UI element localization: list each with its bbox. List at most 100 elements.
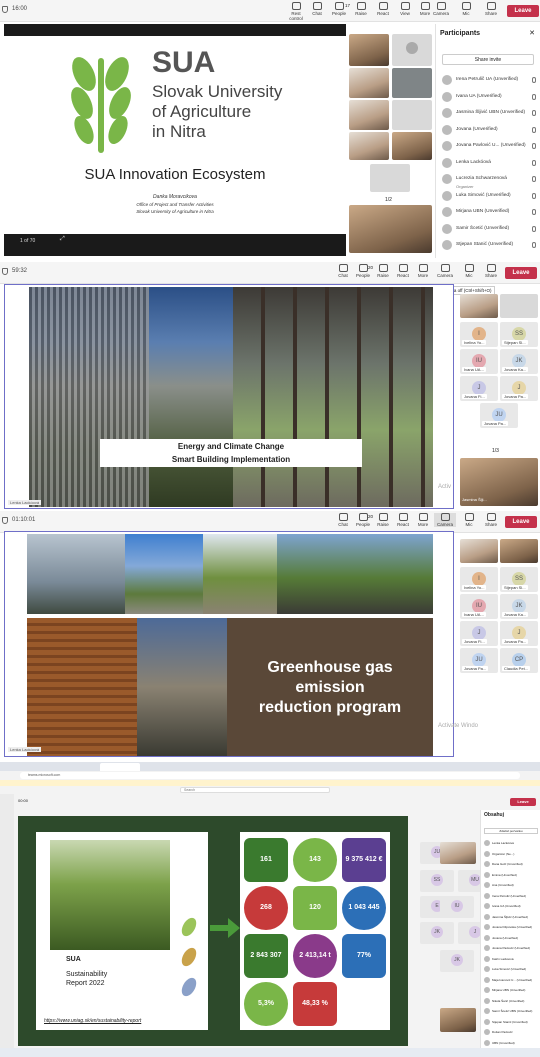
video-tile-participant[interactable] xyxy=(349,132,389,160)
close-icon[interactable]: ✕ xyxy=(529,29,535,37)
self-view-tile[interactable] xyxy=(349,205,432,253)
participant-row[interactable]: Maja Ivanović U... (Unverified) xyxy=(484,975,539,986)
participant-tile[interactable]: JK xyxy=(440,950,474,972)
mic-button[interactable]: Mic xyxy=(458,264,480,278)
participant-row[interactable]: Jovana Pavlović U... (Unverified) xyxy=(442,140,536,157)
participant-tile[interactable]: IU Ivana UA... xyxy=(460,594,498,619)
teams-search[interactable]: Search xyxy=(180,787,330,793)
share-button[interactable]: Share xyxy=(480,2,502,16)
participant-row[interactable]: Irena Petrulić (Unverified) xyxy=(484,891,539,902)
chat-button[interactable]: Chat xyxy=(332,513,354,527)
grid-pager[interactable]: 1/3 xyxy=(492,448,499,454)
view-button[interactable]: View xyxy=(394,2,416,16)
participant-tile[interactable]: JK Jovana Ka... xyxy=(500,594,538,619)
participant-row[interactable]: Emina (Unverified) xyxy=(484,870,539,881)
more-button[interactable]: More xyxy=(412,513,434,527)
participant-tile[interactable]: SS Stjepan Sl... xyxy=(500,322,538,347)
leave-button[interactable]: Leave xyxy=(505,516,537,528)
participant-row[interactable]: Jasmina Šljivić (Unverified) xyxy=(484,912,539,923)
share-invite-button[interactable]: Share invite xyxy=(442,54,534,65)
participant-row[interactable]: Mirjana UBN (Unverified) xyxy=(442,206,536,223)
chat-button[interactable]: Chat xyxy=(306,2,328,16)
participant-row[interactable]: Luka Simović (Unverified) xyxy=(484,964,539,975)
leave-button[interactable]: Leave xyxy=(505,267,537,279)
participant-row[interactable]: Jovana (Unverified) xyxy=(442,124,536,141)
video-tile-room[interactable] xyxy=(392,68,432,98)
video-tile-participant[interactable] xyxy=(392,132,432,160)
react-button[interactable]: React xyxy=(392,264,414,278)
participant-tile[interactable]: JU Jovana Pa... xyxy=(460,648,498,673)
participant-tile[interactable]: JK xyxy=(420,922,454,944)
video-tile-participant[interactable] xyxy=(500,294,538,318)
video-tile-participant[interactable] xyxy=(440,1008,476,1032)
raise-button[interactable]: Raise xyxy=(372,264,394,278)
participant-row[interactable]: Lenka Lackóová xyxy=(442,157,536,174)
react-button[interactable]: React xyxy=(392,513,414,527)
report-url[interactable]: https://www.uniag.sk/en/sustainability-r… xyxy=(44,1018,141,1024)
participant-row[interactable]: Lenka Lackóová xyxy=(484,838,539,849)
video-tile-participant[interactable] xyxy=(440,842,476,864)
share-button[interactable]: Share xyxy=(480,264,502,278)
participant-tile[interactable]: SS xyxy=(420,870,454,892)
participant-row[interactable]: Samir Šcetić (Unverified) xyxy=(442,223,536,240)
participant-row[interactable]: Stjepan Stanić (Unverified) xyxy=(484,1017,539,1028)
participant-row[interactable]: Stjepan Stanić (Unverified) xyxy=(442,239,536,256)
raise-button[interactable]: Raise xyxy=(372,513,394,527)
share-invite-button[interactable]: Zdieľať pozvánku xyxy=(484,828,538,834)
participant-row[interactable]: Nikola Šarić (Unverified) xyxy=(484,996,539,1007)
participant-tile[interactable]: J Jovana Fi... xyxy=(460,621,498,646)
share-button[interactable]: Share xyxy=(480,513,502,527)
participant-row[interactable]: Dana Gočí (Unverified) xyxy=(484,859,539,870)
participant-tile[interactable]: I Ivelina Yo... xyxy=(460,567,498,592)
participant-tile[interactable]: J Jovana Fi... xyxy=(460,376,498,401)
leave-button[interactable]: Leave xyxy=(507,5,539,17)
video-tile-participant[interactable] xyxy=(460,294,498,318)
participant-tile[interactable]: IU xyxy=(440,896,474,918)
participant-row[interactable]: Luka Simović (Unverified) xyxy=(442,190,536,207)
participant-tile[interactable]: JK Jovana Ka... xyxy=(500,349,538,374)
participant-row[interactable]: Jovana (Unverified) xyxy=(484,933,539,944)
more-button[interactable]: More xyxy=(412,264,434,278)
video-tile-avatar[interactable] xyxy=(392,34,432,66)
mic-button[interactable]: Mic xyxy=(455,2,477,16)
camera-button[interactable]: Camera xyxy=(434,513,456,527)
video-tile-participant[interactable] xyxy=(349,68,389,98)
participant-row[interactable]: Katrin Lackóová xyxy=(484,954,539,965)
participant-row[interactable]: Ivana UA (Unverified) xyxy=(484,901,539,912)
camera-button[interactable]: Camera xyxy=(434,264,456,278)
participant-tile[interactable]: JU Jovana Pa... xyxy=(480,403,518,428)
participant-tile[interactable]: J Jovana Pa... xyxy=(500,376,538,401)
participant-row[interactable]: Jovana Pavlović (Unverified) xyxy=(484,943,539,954)
video-tile-participant[interactable] xyxy=(500,539,538,563)
raise-button[interactable]: Raise xyxy=(350,2,372,16)
rest-control-button[interactable]: Rest control xyxy=(285,2,307,21)
participant-tile[interactable]: IU Ivana UA... xyxy=(460,349,498,374)
video-tile-participant[interactable] xyxy=(460,539,498,563)
participant-row[interactable]: Ivana UA (Unverified) xyxy=(442,91,536,108)
participant-row[interactable]: Jovana Filipovska (Unverified) xyxy=(484,922,539,933)
leave-button[interactable]: Leave xyxy=(510,798,536,806)
participant-tile[interactable]: J Jovana Pa... xyxy=(500,621,538,646)
participant-tile[interactable]: CP Claudia Pet... xyxy=(500,648,538,673)
mic-button[interactable]: Mic xyxy=(458,513,480,527)
video-tile-avatar[interactable] xyxy=(370,164,410,192)
participant-row[interactable]: Ana (Unverified) xyxy=(484,880,539,891)
participant-row[interactable]: Irena Petrulič UA (Unverified) xyxy=(442,74,536,91)
participant-row[interactable]: Dušan Pavlović xyxy=(484,1027,539,1038)
react-button[interactable]: React xyxy=(372,2,394,16)
browser-tab[interactable] xyxy=(100,763,140,771)
address-bar[interactable]: teams.microsoft.com xyxy=(20,772,520,779)
chat-button[interactable]: Chat xyxy=(332,264,354,278)
participant-tile[interactable]: I Ivelina Yo... xyxy=(460,322,498,347)
video-tile-participant[interactable] xyxy=(349,34,389,66)
camera-button[interactable]: Camera xyxy=(430,2,452,16)
participant-row[interactable]: Samir Šcetić UBN (Unverified) xyxy=(484,1006,539,1017)
participant-tile[interactable]: SS Stjepan Sl... xyxy=(500,567,538,592)
video-tile-participant[interactable] xyxy=(349,100,389,130)
fit-icon[interactable]: ⤢ xyxy=(60,236,65,243)
participant-row[interactable]: Jasmina Šljivić UBN (Unverified) xyxy=(442,107,536,124)
participant-row[interactable]: Lucrezia Schwarzenová Organizer xyxy=(442,173,536,190)
participant-row[interactable]: Mirjana UBN (Unverified) xyxy=(484,985,539,996)
grid-pager[interactable]: 1/2 xyxy=(385,197,392,203)
video-tile-avatar[interactable] xyxy=(392,100,432,130)
